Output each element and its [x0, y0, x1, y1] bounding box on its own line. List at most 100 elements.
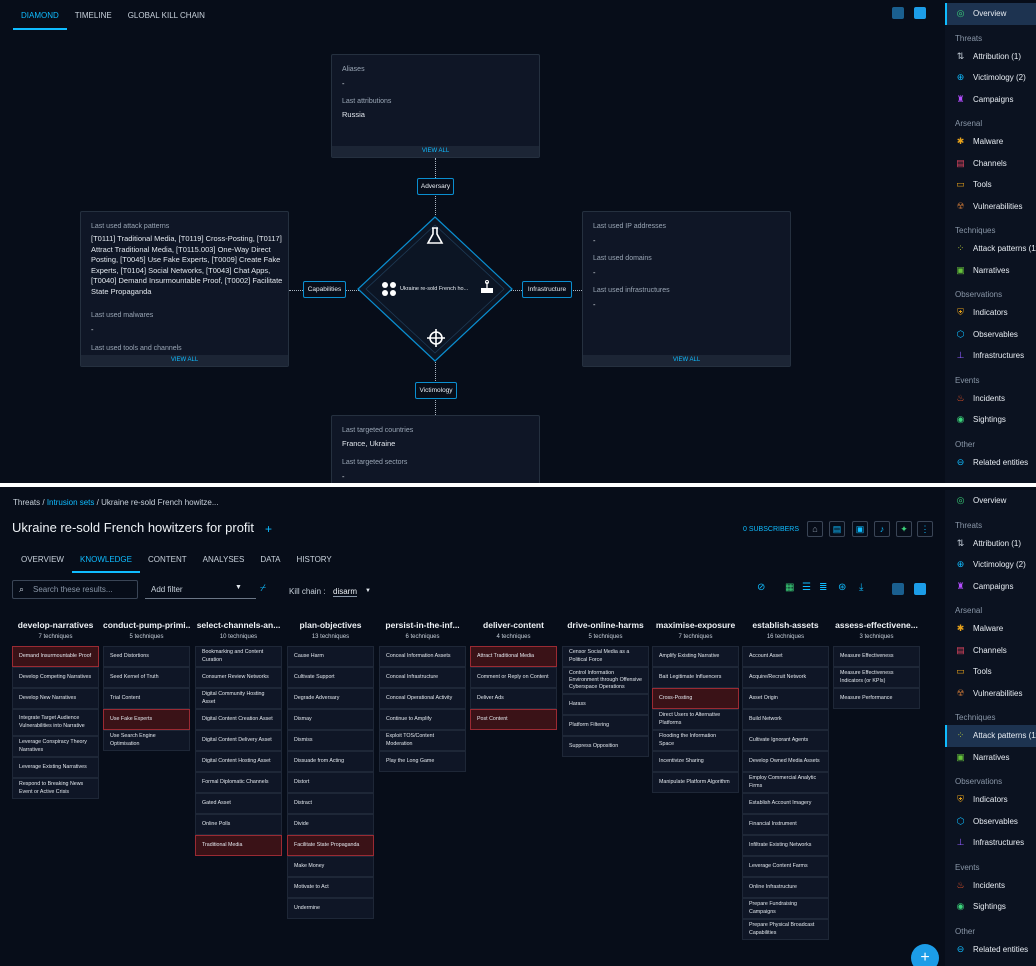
technique-cell[interactable]: Bait Legitimate Influencers	[652, 667, 739, 688]
technique-cell[interactable]: Employ Commercial Analytic Firms	[742, 772, 829, 793]
tab-data[interactable]: DATA	[252, 552, 288, 573]
matrix-view-icon[interactable]: ▦	[785, 582, 794, 593]
floating-add-button[interactable]: +	[911, 944, 939, 966]
technique-cell[interactable]: Digital Content Creation Asset	[195, 709, 282, 730]
technique-cell[interactable]: Deliver Ads	[470, 688, 557, 709]
sidebar-item-vulnerabilities[interactable]: ☢ Vulnerabilities	[945, 196, 1036, 218]
technique-cell[interactable]: Harass	[562, 694, 649, 715]
sidebar-item-indicators[interactable]: ⛨ Indicators	[945, 789, 1036, 811]
technique-cell[interactable]: Bookmarking and Content Curation	[195, 646, 282, 667]
sidebar-item-overview[interactable]: ◎ Overview	[945, 490, 1036, 512]
technique-cell[interactable]: Play the Long Game	[379, 751, 466, 772]
technique-cell[interactable]: Undermine	[287, 898, 374, 919]
technique-cell[interactable]: Exploit TOS/Content Moderation	[379, 730, 466, 751]
technique-cell[interactable]: Motivate to Act	[287, 877, 374, 898]
sidebar-item-incidents[interactable]: ♨ Incidents	[945, 388, 1036, 410]
technique-cell[interactable]: Platform Filtering	[562, 715, 649, 736]
adversary-view-all[interactable]: VIEW ALL	[332, 146, 539, 157]
sidebar-item-sightings[interactable]: ◉ Sightings	[945, 896, 1036, 918]
tab-analyses[interactable]: ANALYSES	[195, 552, 253, 573]
sidebar-item-tools[interactable]: ▭ Tools	[945, 661, 1036, 683]
technique-cell[interactable]: Online Polls	[195, 814, 282, 835]
technique-cell[interactable]: Direct Users to Alternative Platforms	[652, 709, 739, 730]
technique-cell[interactable]: Formal Diplomatic Channels	[195, 772, 282, 793]
technique-cell[interactable]: Cultivate Support	[287, 667, 374, 688]
technique-cell[interactable]: Cross-Posting	[652, 688, 739, 709]
sidebar-item-sightings[interactable]: ◉ Sightings	[945, 409, 1036, 431]
report-icon[interactable]: ▤	[829, 521, 845, 537]
technique-cell[interactable]: Conceal Infrastructure	[379, 667, 466, 688]
technique-cell[interactable]: Make Money	[287, 856, 374, 877]
bank-icon[interactable]: ⌂	[807, 521, 823, 537]
view-toggle-active-icon[interactable]	[914, 7, 926, 19]
export-icon[interactable]: ▣	[852, 521, 868, 537]
technique-cell[interactable]: Trial Content	[103, 688, 190, 709]
tab-diamond[interactable]: DIAMOND	[13, 7, 67, 30]
technique-cell[interactable]: Prepare Fundraising Campaigns	[742, 898, 829, 919]
technique-cell[interactable]: Asset Origin	[742, 688, 829, 709]
technique-cell[interactable]: Attract Traditional Media	[470, 646, 557, 667]
timeline-view-icon[interactable]: ⊛	[838, 582, 846, 593]
technique-cell[interactable]: Measure Performance	[833, 688, 920, 709]
sidebar-item-victimology[interactable]: ⊕ Victimology (2)	[945, 554, 1036, 576]
technique-cell[interactable]: Conceal Information Assets	[379, 646, 466, 667]
tab-global-kill-chain[interactable]: GLOBAL KILL CHAIN	[120, 7, 213, 30]
list-view-icon[interactable]: ☰	[802, 582, 811, 593]
technique-cell[interactable]: Distract	[287, 793, 374, 814]
sidebar-item-incidents[interactable]: ♨ Incidents	[945, 875, 1036, 897]
tab-timeline[interactable]: TIMELINE	[67, 7, 120, 30]
sidebar-item-infrastructures[interactable]: ⊥ Infrastructures	[945, 345, 1036, 367]
clear-filter-icon[interactable]: ⌿	[260, 583, 266, 594]
technique-cell[interactable]: Cultivate Ignorant Agents	[742, 730, 829, 751]
more-icon[interactable]: ⋮	[917, 521, 933, 537]
sparkle-icon[interactable]: ✦	[896, 521, 912, 537]
sidebar-item-attack-patterns[interactable]: ⁘ Attack patterns (11)	[945, 725, 1036, 747]
view-toggle-icon[interactable]	[892, 583, 904, 595]
sidebar-item-malware[interactable]: ✱ Malware	[945, 131, 1036, 153]
technique-cell[interactable]: Dissuade from Acting	[287, 751, 374, 772]
sidebar-item-overview[interactable]: ◎ Overview	[945, 3, 1036, 25]
technique-cell[interactable]: Amplify Existing Narrative	[652, 646, 739, 667]
tab-history[interactable]: HISTORY	[288, 552, 339, 573]
technique-cell[interactable]: Measure Effectiveness Indicators (or KPI…	[833, 667, 920, 688]
sidebar-item-observables[interactable]: ⬡ Observables	[945, 811, 1036, 833]
technique-cell[interactable]: Develop New Narratives	[12, 688, 99, 709]
sidebar-item-campaigns[interactable]: ♜ Campaigns	[945, 576, 1036, 598]
technique-cell[interactable]: Online Infrastructure	[742, 877, 829, 898]
technique-cell[interactable]: Traditional Media	[195, 835, 282, 856]
technique-cell[interactable]: Demand Insurmountable Proof	[12, 646, 99, 667]
technique-cell[interactable]: Respond to Breaking News Event or Active…	[12, 778, 99, 799]
technique-cell[interactable]: Incentivize Sharing	[652, 751, 739, 772]
technique-cell[interactable]: Dismiss	[287, 730, 374, 751]
technique-cell[interactable]: Develop Owned Media Assets	[742, 751, 829, 772]
visibility-off-icon[interactable]: ⊘	[757, 582, 765, 593]
subscribers-button[interactable]: 0 SUBSCRIBERS	[743, 526, 799, 533]
view-toggle-active-icon[interactable]	[914, 583, 926, 595]
technique-cell[interactable]: Acquire/Recruit Network	[742, 667, 829, 688]
sidebar-item-infrastructures[interactable]: ⊥ Infrastructures	[945, 832, 1036, 854]
sidebar-item-tools[interactable]: ▭ Tools	[945, 174, 1036, 196]
technique-cell[interactable]: Manipulate Platform Algorithm	[652, 772, 739, 793]
technique-cell[interactable]: Continue to Amplify	[379, 709, 466, 730]
kill-chain-select[interactable]: disarm	[333, 587, 358, 597]
technique-cell[interactable]: Digital Content Hosting Asset	[195, 751, 282, 772]
technique-cell[interactable]: Infiltrate Existing Networks	[742, 835, 829, 856]
tab-knowledge[interactable]: KNOWLEDGE	[71, 552, 140, 573]
sidebar-item-observables[interactable]: ⬡ Observables	[945, 324, 1036, 346]
breadcrumb-threats[interactable]: Threats	[13, 498, 40, 507]
technique-cell[interactable]: Measure Effectiveness	[833, 646, 920, 667]
sidebar-item-victimology[interactable]: ⊕ Victimology (2)	[945, 67, 1036, 89]
technique-cell[interactable]: Flooding the Information Space	[652, 730, 739, 751]
technique-cell[interactable]: Conceal Operational Activity	[379, 688, 466, 709]
tree-view-icon[interactable]: ≣	[819, 582, 827, 593]
technique-cell[interactable]: Use Search Engine Optimisation	[103, 730, 190, 751]
technique-cell[interactable]: Suppress Opposition	[562, 736, 649, 757]
victimology-node[interactable]: Victimology	[415, 382, 457, 399]
technique-cell[interactable]: Dismay	[287, 709, 374, 730]
adversary-node[interactable]: Adversary	[417, 178, 454, 195]
technique-cell[interactable]: Prepare Physical Broadcast Capabilities	[742, 919, 829, 940]
sidebar-item-campaigns[interactable]: ♜ Campaigns	[945, 89, 1036, 111]
technique-cell[interactable]: Leverage Conspiracy Theory Narratives	[12, 736, 99, 757]
technique-cell[interactable]: Financial Instrument	[742, 814, 829, 835]
technique-cell[interactable]: Control Information Environment through …	[562, 667, 649, 694]
